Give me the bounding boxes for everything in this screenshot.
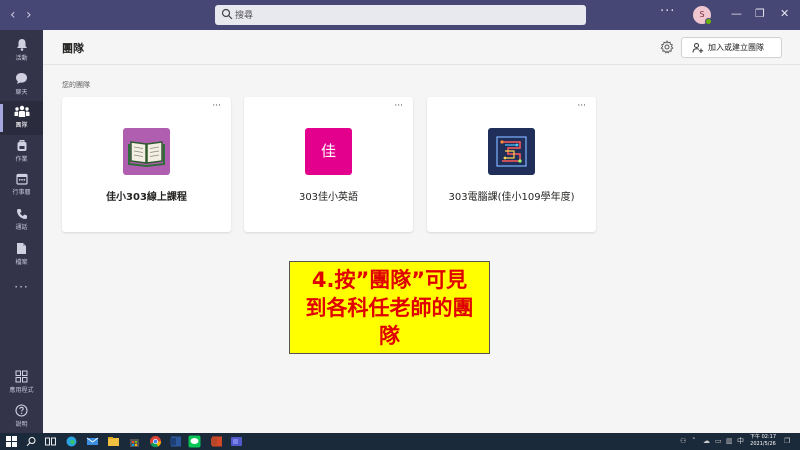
team-more-options-icon[interactable]: ···: [212, 101, 221, 111]
taskbar-clock[interactable]: 下午 02:17 2021/5/26: [748, 434, 778, 448]
rail-item-activity[interactable]: 活動: [0, 34, 43, 68]
file-icon: [17, 243, 26, 254]
add-team-icon: [692, 43, 704, 53]
presence-available-icon: [705, 18, 712, 25]
search-input[interactable]: 搜尋: [215, 5, 586, 25]
team-avatar: [488, 128, 535, 175]
team-card[interactable]: ··· 303電腦課(佳小109學年度): [427, 97, 596, 232]
rail-item-label: 活動: [15, 55, 28, 62]
page-title: 團隊: [62, 42, 84, 55]
team-avatar-initial: 佳: [320, 142, 336, 160]
bell-icon: [16, 39, 27, 51]
search-placeholder: 搜尋: [235, 11, 254, 21]
chat-icon: [16, 73, 27, 84]
phone-icon: [16, 209, 27, 219]
more-options-icon[interactable]: ···: [660, 4, 675, 19]
team-more-options-icon[interactable]: ···: [577, 101, 586, 111]
team-avatar: [123, 128, 170, 175]
team-card[interactable]: ··· 佳 303佳小英語: [244, 97, 413, 232]
clock-date: 2021/5/26: [750, 441, 776, 447]
language-indicator[interactable]: 中: [737, 437, 744, 445]
rail-item-label: 應用程式: [9, 387, 34, 394]
rail-item-label: 檔案: [15, 259, 28, 266]
store-icon[interactable]: [128, 435, 141, 448]
rail-item-apps[interactable]: 應用程式: [0, 366, 43, 400]
section-label: 您的團隊: [62, 81, 90, 89]
teams-icon: [14, 105, 29, 117]
windows-start-icon[interactable]: [5, 435, 18, 448]
instruction-annotation: 4.按”團隊”可見 到各科任老師的團 隊: [289, 261, 490, 354]
search-icon[interactable]: [25, 435, 38, 448]
apps-icon: [15, 370, 28, 383]
notification-icon[interactable]: ❐: [784, 437, 790, 445]
rail-item-label: 行事曆: [12, 189, 31, 196]
teams-taskbar-icon[interactable]: [230, 435, 243, 448]
annotation-line: 4.按”團隊”可見: [311, 268, 468, 292]
back-arrow-icon[interactable]: ‹: [10, 7, 16, 23]
join-or-create-team-button[interactable]: 加入或建立團隊: [681, 37, 782, 58]
rail-item-chat[interactable]: 聊天: [0, 68, 43, 102]
mail-icon[interactable]: [86, 435, 99, 448]
rail-item-files[interactable]: 檔案: [0, 238, 43, 272]
app-rail: 活動 聊天 團隊 作業 行事曆 通話 檔案 ··· 應用程式 說明: [0, 30, 43, 433]
rail-item-assignments[interactable]: 作業: [0, 135, 43, 169]
title-bar: ‹ › 搜尋 ··· S — ❐ ✕: [0, 0, 800, 30]
file-explorer-icon[interactable]: [107, 435, 120, 448]
gear-icon[interactable]: [660, 40, 674, 54]
more-apps-icon[interactable]: ···: [0, 280, 43, 294]
edge-icon[interactable]: [65, 435, 78, 448]
cloud-icon[interactable]: ☁: [703, 437, 710, 445]
close-icon[interactable]: ✕: [780, 7, 789, 21]
book-icon: [128, 141, 165, 168]
team-avatar: 佳: [305, 128, 352, 175]
help-icon: [15, 404, 28, 417]
line-icon[interactable]: [188, 435, 201, 448]
rail-item-label: 說明: [15, 421, 28, 428]
rail-item-label: 聊天: [15, 89, 28, 96]
rail-item-teams[interactable]: 團隊: [0, 101, 43, 135]
annotation-line: 隊: [379, 324, 400, 348]
rail-item-label: 通話: [15, 224, 28, 231]
rail-item-help[interactable]: 說明: [0, 400, 43, 434]
calendar-icon: [15, 173, 28, 185]
circuit-icon: [496, 136, 527, 167]
windows-taskbar: ⚇ ˄ ☁ ▭ ▥ 中 下午 02:17 2021/5/26 ❐: [0, 433, 800, 450]
active-indicator: [0, 104, 3, 132]
annotation-line: 到各科任老師的團: [305, 296, 474, 320]
forward-arrow-icon[interactable]: ›: [26, 7, 32, 23]
team-more-options-icon[interactable]: ···: [394, 101, 403, 111]
rail-item-calls[interactable]: 通話: [0, 204, 43, 238]
task-view-icon[interactable]: [44, 435, 57, 448]
rail-item-calendar[interactable]: 行事曆: [0, 169, 43, 203]
rail-item-label: 作業: [15, 156, 28, 163]
restore-icon[interactable]: ❐: [755, 7, 765, 21]
minimize-icon[interactable]: —: [731, 7, 742, 21]
team-card[interactable]: ··· 佳小303線上課程: [62, 97, 231, 232]
team-name: 303佳小英語: [298, 192, 359, 203]
rail-item-label: 團隊: [15, 122, 28, 129]
battery-icon[interactable]: ▭: [715, 437, 722, 445]
chrome-icon[interactable]: [149, 435, 162, 448]
team-name: 303電腦課(佳小109學年度): [448, 192, 575, 203]
backpack-icon: [17, 140, 26, 151]
search-icon: [221, 8, 233, 20]
powerpoint-icon[interactable]: [210, 435, 223, 448]
network-icon[interactable]: ▥: [726, 437, 733, 445]
people-icon[interactable]: ⚇: [680, 437, 686, 445]
chevron-up-icon[interactable]: ˄: [692, 437, 696, 445]
team-name: 佳小303線上課程: [106, 192, 187, 203]
join-or-create-team-label: 加入或建立團隊: [708, 43, 764, 52]
page-header: 團隊 加入或建立團隊: [43, 30, 800, 65]
clock-time: 下午 02:17: [750, 434, 776, 440]
word-icon[interactable]: [169, 435, 182, 448]
